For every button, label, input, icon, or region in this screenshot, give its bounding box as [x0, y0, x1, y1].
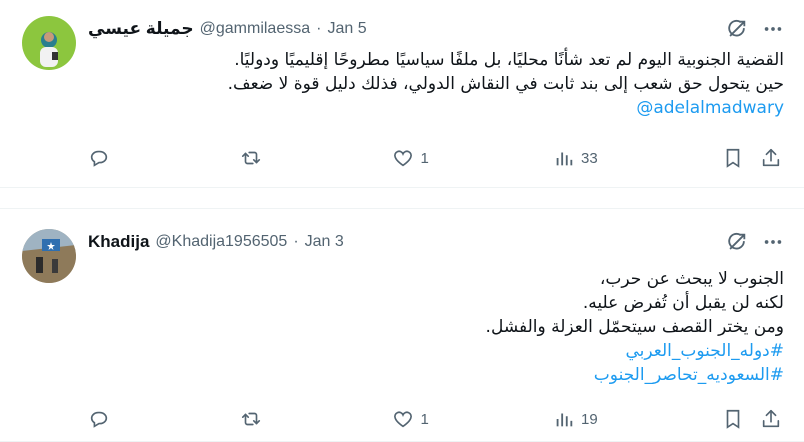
- tweet-text: القضية الجنوبية اليوم لم تعد شأنًا محليً…: [88, 48, 784, 120]
- share-icon: [762, 409, 780, 428]
- reply-icon: [90, 150, 108, 167]
- author-handle[interactable]: @Khadija1956505: [155, 233, 287, 251]
- more-icon[interactable]: [762, 231, 784, 253]
- tweet-save-share: [722, 147, 782, 169]
- views-icon: [556, 152, 573, 166]
- grok-icon[interactable]: [726, 231, 748, 253]
- tweet-date[interactable]: Jan 5: [327, 20, 366, 38]
- tweet-top-actions: [726, 231, 784, 253]
- tweet-actions: 1 33: [88, 146, 782, 170]
- like-icon: [394, 411, 413, 428]
- retweet-button[interactable]: [240, 408, 268, 430]
- bookmark-button[interactable]: [722, 147, 744, 169]
- separator-dot: ·: [316, 20, 322, 37]
- author-handle[interactable]: @gammilaessa: [200, 20, 311, 38]
- tweet-header: جميلة عيسي @gammilaessa · Jan 5: [88, 18, 367, 40]
- like-count: 1: [420, 410, 429, 428]
- reply-icon: [90, 411, 108, 428]
- retweet-icon: [242, 412, 261, 426]
- tweet[interactable]: Khadija @Khadija1956505 · Jan 3 الجنوب ل…: [0, 208, 804, 442]
- tweet-save-share: [722, 408, 782, 430]
- tweet-line: الجنوب لا يبحث عن حرب،: [599, 269, 784, 289]
- views-count: 19: [581, 410, 598, 428]
- share-icon: [762, 148, 780, 167]
- reply-button[interactable]: [88, 147, 116, 169]
- bookmark-button[interactable]: [722, 408, 744, 430]
- like-button[interactable]: 1: [392, 408, 429, 430]
- like-icon: [394, 150, 413, 167]
- tweet-line: حين يتحول حق شعب إلى بند ثابت في النقاش …: [227, 74, 784, 94]
- tweet-line: لكنه لن يقبل أن تُفرض عليه.: [582, 293, 784, 313]
- views-count: 33: [581, 149, 598, 167]
- tweet[interactable]: جميلة عيسي @gammilaessa · Jan 5 القضية ا…: [0, 0, 804, 188]
- reply-button[interactable]: [88, 408, 116, 430]
- separator-dot: ·: [293, 233, 299, 250]
- hashtag-link[interactable]: #السعوديه_تحاصر_الجنوب: [88, 363, 784, 387]
- timeline-feed: جميلة عيسي @gammilaessa · Jan 5 القضية ا…: [0, 0, 804, 442]
- tweet-text: الجنوب لا يبحث عن حرب، لكنه لن يقبل أن ت…: [88, 267, 784, 387]
- bookmark-icon: [726, 409, 740, 429]
- tweet-date[interactable]: Jan 3: [305, 233, 344, 251]
- views-button[interactable]: 33: [553, 147, 598, 169]
- views-icon: [556, 413, 573, 427]
- like-count: 1: [420, 149, 429, 167]
- grok-icon[interactable]: [726, 18, 748, 40]
- mention-link[interactable]: @adelalmadwary: [88, 96, 784, 120]
- tweet-actions: 1 19: [88, 407, 782, 431]
- retweet-icon: [242, 151, 261, 165]
- more-icon[interactable]: [762, 18, 784, 40]
- share-button[interactable]: [760, 147, 782, 169]
- avatar[interactable]: [22, 16, 76, 70]
- author-name[interactable]: جميلة عيسي: [88, 19, 194, 39]
- tweet-line: القضية الجنوبية اليوم لم تعد شأنًا محليً…: [234, 50, 784, 70]
- tweet-top-actions: [726, 18, 784, 40]
- tweet-header: Khadija @Khadija1956505 · Jan 3: [88, 231, 344, 253]
- share-button[interactable]: [760, 408, 782, 430]
- author-name[interactable]: Khadija: [88, 232, 149, 252]
- views-button[interactable]: 19: [553, 408, 598, 430]
- bookmark-icon: [726, 148, 740, 168]
- retweet-button[interactable]: [240, 147, 268, 169]
- hashtag-link[interactable]: #دوله_الجنوب_العربي: [88, 339, 785, 363]
- avatar[interactable]: [22, 229, 76, 283]
- like-button[interactable]: 1: [392, 147, 429, 169]
- tweet-line: ومن يختر القصف سيتحمّل العزلة والفشل.: [485, 317, 784, 337]
